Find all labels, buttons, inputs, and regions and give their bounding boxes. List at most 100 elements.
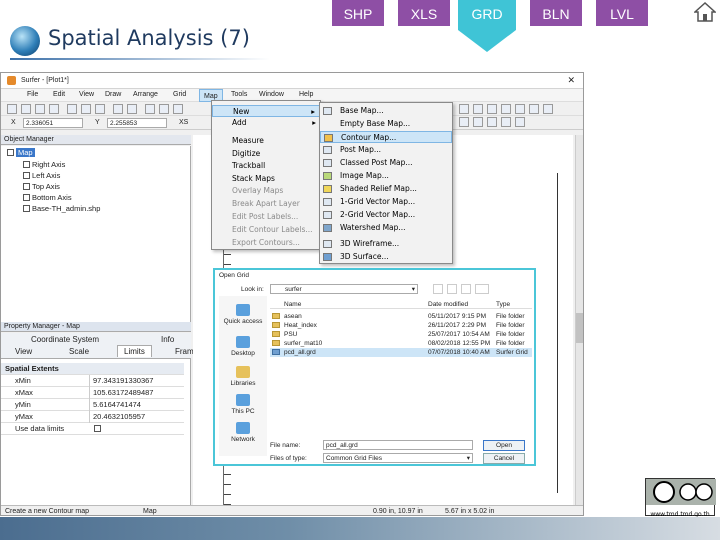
tree-item-map[interactable]: Map — [7, 148, 35, 157]
menu-view[interactable]: View — [79, 91, 94, 98]
tab-lvl[interactable]: LVL — [596, 0, 648, 26]
column-name[interactable]: Name — [284, 300, 301, 309]
place-this-pc[interactable]: This PC — [219, 394, 267, 415]
undo-icon[interactable] — [113, 104, 123, 114]
polygon-icon[interactable] — [543, 104, 553, 114]
file-row[interactable]: asean 05/11/2017 9:15 PM File folder — [270, 312, 532, 321]
align-left-icon[interactable] — [459, 117, 469, 127]
ellipse-icon[interactable] — [501, 104, 511, 114]
new-image-map[interactable]: Image Map... — [320, 170, 452, 182]
menu-tools[interactable]: Tools — [231, 91, 247, 98]
column-date[interactable]: Date modified — [428, 300, 468, 309]
new-watershed-map[interactable]: Watershed Map... — [320, 222, 452, 234]
map-menu-break-apart[interactable]: Break Apart Layer — [212, 198, 320, 210]
menu-file[interactable]: File — [27, 91, 38, 98]
tree-item-left-axis[interactable]: Left Axis — [23, 171, 60, 180]
new-empty-base-map[interactable]: Empty Base Map... — [320, 118, 452, 130]
back-icon[interactable] — [433, 284, 443, 294]
new-1-grid-vector-map[interactable]: 1-Grid Vector Map... — [320, 196, 452, 208]
map-menu-overlay-maps[interactable]: Overlay Maps — [212, 185, 320, 197]
prop-row[interactable]: yMin 5.6164741474 — [1, 399, 184, 411]
tab-view[interactable]: View — [15, 347, 32, 356]
hand-icon[interactable] — [173, 104, 183, 114]
file-row-selected[interactable]: pcd_all.grd 07/07/2018 10:40 AM Surfer Gri… — [270, 348, 532, 357]
section-spatial-extents[interactable]: Spatial Extents — [1, 363, 184, 375]
map-menu-trackball[interactable]: Trackball — [212, 160, 320, 172]
polyline-icon[interactable] — [473, 104, 483, 114]
zoom-icon[interactable] — [145, 104, 155, 114]
look-in-select[interactable]: surfer ▾ — [270, 284, 418, 294]
open-folder-icon[interactable] — [21, 104, 31, 114]
rectangle-icon[interactable] — [487, 104, 497, 114]
home-icon[interactable] — [694, 2, 716, 22]
tree-item-right-axis[interactable]: Right Axis — [23, 160, 65, 169]
paste-icon[interactable] — [95, 104, 105, 114]
bring-front-icon[interactable] — [501, 117, 511, 127]
prop-row[interactable]: xMin 97.343191330367 — [1, 375, 184, 387]
use-data-limits-checkbox[interactable] — [94, 425, 101, 432]
tab-info[interactable]: Info — [161, 335, 174, 344]
prop-row-use-data-limits[interactable]: Use data limits — [1, 423, 184, 435]
filename-input[interactable]: pcd_all.grd — [323, 440, 473, 450]
align-right-icon[interactable] — [487, 117, 497, 127]
new-3d-surface[interactable]: 3D Surface... — [320, 251, 452, 263]
map-menu-digitize[interactable]: Digitize — [212, 148, 320, 160]
send-back-icon[interactable] — [515, 117, 525, 127]
select-icon[interactable] — [159, 104, 169, 114]
scrollbar-thumb[interactable] — [576, 313, 583, 343]
cut-icon[interactable] — [67, 104, 77, 114]
new-2-grid-vector-map[interactable]: 2-Grid Vector Map... — [320, 209, 452, 221]
tab-shp[interactable]: SHP — [332, 0, 384, 26]
place-desktop[interactable]: Desktop — [219, 336, 267, 357]
menu-edit[interactable]: Edit — [53, 91, 65, 98]
menu-draw[interactable]: Draw — [105, 91, 121, 98]
open-button[interactable]: Open — [483, 440, 525, 451]
menu-arrange[interactable]: Arrange — [133, 91, 158, 98]
new-post-map[interactable]: Post Map... — [320, 144, 452, 156]
print-icon[interactable] — [49, 104, 59, 114]
menu-grid[interactable]: Grid — [173, 91, 186, 98]
file-row[interactable]: surfer_mat10 08/02/2018 12:55 PM File fold… — [270, 339, 532, 348]
place-libraries[interactable]: Libraries — [219, 366, 267, 387]
menu-window[interactable]: Window — [259, 91, 284, 98]
new-contour-map[interactable]: Contour Map... — [320, 131, 452, 143]
new-base-map[interactable]: Base Map... — [320, 105, 452, 117]
tree-item-bottom-axis[interactable]: Bottom Axis — [23, 193, 72, 202]
view-menu-icon[interactable] — [475, 284, 489, 294]
tab-xls[interactable]: XLS — [398, 0, 450, 26]
filetype-select[interactable]: Common Grid Files ▾ — [323, 453, 473, 463]
copy-icon[interactable] — [81, 104, 91, 114]
save-icon[interactable] — [35, 104, 45, 114]
place-network[interactable]: Network — [219, 422, 267, 443]
prop-row[interactable]: yMax 20.4632105957 — [1, 411, 184, 423]
up-folder-icon[interactable] — [447, 284, 457, 294]
map-menu-measure[interactable]: Measure — [212, 135, 320, 147]
menu-help[interactable]: Help — [299, 91, 313, 98]
x-coordinate-field[interactable]: 2.336051 — [23, 118, 83, 128]
new-file-icon[interactable] — [7, 104, 17, 114]
y-coordinate-field[interactable]: 2.255853 — [107, 118, 167, 128]
text-tool-icon[interactable] — [515, 104, 525, 114]
tab-scale[interactable]: Scale — [69, 347, 89, 356]
new-3d-wireframe[interactable]: 3D Wireframe... — [320, 238, 452, 250]
redo-icon[interactable] — [127, 104, 137, 114]
map-menu-export-contours[interactable]: Export Contours... — [212, 237, 320, 249]
close-icon[interactable]: ✕ — [567, 75, 575, 86]
cancel-button[interactable]: Cancel — [483, 453, 525, 464]
new-classed-post-map[interactable]: Classed Post Map... — [320, 157, 452, 169]
tab-coordinate-system[interactable]: Coordinate System — [31, 335, 99, 344]
symbol-icon[interactable] — [529, 104, 539, 114]
new-folder-icon[interactable] — [461, 284, 471, 294]
place-quick-access[interactable]: Quick access — [219, 304, 267, 325]
draw-tool-icon[interactable] — [459, 104, 469, 114]
prop-row[interactable]: xMax 105.63172489487 — [1, 387, 184, 399]
tab-bln[interactable]: BLN — [530, 0, 582, 26]
file-row[interactable]: PSU 25/07/2017 10:54 AM File folder — [270, 330, 532, 339]
tab-limits[interactable]: Limits — [117, 345, 152, 357]
tab-grd[interactable]: GRD — [461, 0, 513, 26]
tree-item-base-layer[interactable]: Base-TH_admin.shp — [23, 204, 100, 213]
column-type[interactable]: Type — [496, 300, 510, 309]
new-shaded-relief-map[interactable]: Shaded Relief Map... — [320, 183, 452, 195]
map-menu-new[interactable]: New ▸ — [212, 105, 320, 117]
map-menu-edit-post-labels[interactable]: Edit Post Labels... — [212, 211, 320, 223]
